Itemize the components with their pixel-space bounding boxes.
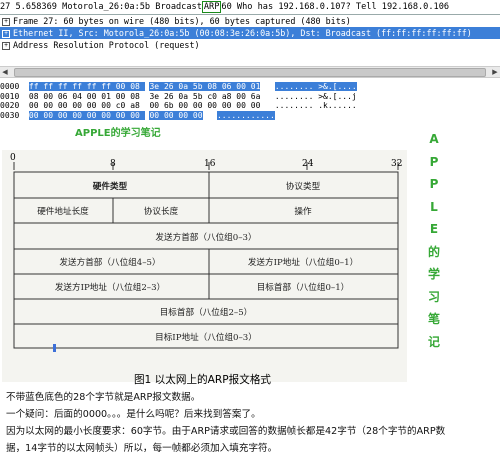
hex-bytes[interactable]: 00 00 00 00 00 00 00 00 00 00 00 00 <box>28 110 203 120</box>
packet-protocol: ARP <box>201 1 222 13</box>
bit-mark-8: 8 <box>110 159 116 169</box>
hex-ascii: ........ >&.[...j <box>274 91 357 101</box>
cell-sender-ip-0-1: 发送方IP地址（八位组0–1） <box>248 256 358 268</box>
hex-offset: 0020 <box>0 101 29 110</box>
hex-offset: 0030 <box>0 110 29 120</box>
hex-offset: 0010 <box>0 91 29 101</box>
bit-mark-24: 24 <box>302 159 314 169</box>
cell-operation: 操作 <box>294 205 312 217</box>
vertical-char: 笔 <box>427 312 440 326</box>
cell-sender-ip-2-3: 发送方IP地址（八位组2–3） <box>55 281 165 293</box>
figure-caption: 图1 以太网上的ARP报文格式 <box>133 374 272 386</box>
hex-row: 0030 00 00 00 00 00 00 00 00 00 00 00 00… <box>0 110 500 121</box>
tree-item-frame[interactable]: + Frame 27: 60 bytes on wire (480 bits), … <box>0 15 500 27</box>
hex-row: 0000 ff ff ff ff ff ff 00 08 3e 26 0a 5b… <box>0 82 500 92</box>
hex-bytes[interactable]: 00 00 00 00 00 00 c0 a8 00 6b 00 00 00 0… <box>29 101 261 110</box>
arp-format-diagram: 0 8 16 24 32 硬件类型 协议类型 硬件地址长度 协议长度 操作 发送… <box>2 150 407 382</box>
cell-protocol-len: 协议长度 <box>144 205 179 217</box>
scroll-left-icon[interactable]: ◀ <box>0 67 10 77</box>
vertical-note-text: APPLE的学习笔记 <box>424 128 444 353</box>
hex-offset: 0000 <box>0 82 29 91</box>
hex-bytes[interactable]: ff ff ff ff ff ff 00 08 3e 26 0a 5b 08 0… <box>28 82 261 91</box>
tree-item-label: Address Resolution Protocol (request) <box>13 40 200 50</box>
cursor-marker <box>53 344 56 352</box>
cell-hardware-type: 硬件类型 <box>93 180 128 192</box>
packet-list-row[interactable]: 27 5.658369 Motorola_26:0a:5b Broadcast A… <box>0 0 500 14</box>
paragraph-line: 因为以太网的最小长度要求：60字节。由于ARP请求或回答的数据帧长都是42字节（… <box>6 426 446 437</box>
hex-row: 0010 08 00 06 04 00 01 00 08 3e 26 0a 5b… <box>0 92 500 102</box>
expand-icon[interactable]: + <box>2 17 10 26</box>
packet-number: 27 <box>0 2 11 12</box>
bit-mark-0: 0 <box>10 153 16 163</box>
arp-format-table: 0 8 16 24 32 硬件类型 协议类型 硬件地址长度 协议长度 操作 发送… <box>10 153 402 352</box>
paragraph-line: 一个疑问：后面的0000。。。是什么吗呢？后来找到答案了。 <box>6 409 261 420</box>
vertical-char: A <box>429 132 439 146</box>
packet-destination: Broadcast <box>155 2 202 12</box>
vertical-char: P <box>429 177 439 191</box>
cell-target-header-2-5: 目标首部（八位组2–5） <box>160 306 253 318</box>
expand-icon[interactable]: + <box>2 29 10 38</box>
vertical-char: L <box>430 199 438 214</box>
hex-bytes[interactable]: 08 00 06 04 00 01 00 08 3e 26 0a 5b c0 a… <box>29 92 261 101</box>
hex-dump: 0000 ff ff ff ff ff ff 00 08 3e 26 0a 5b… <box>0 82 500 120</box>
expand-icon[interactable]: + <box>2 41 10 50</box>
cell-target-header-0-1: 目标首部（八位组0–1） <box>257 281 350 293</box>
vertical-char: 的 <box>427 244 440 259</box>
horizontal-scrollbar[interactable]: ◀ ▶ <box>0 66 500 78</box>
vertical-char: E <box>429 222 439 236</box>
hex-ascii: ........ .k...... <box>274 101 357 110</box>
paragraph-line: 据，14字节的以太网帧头）所以，每一帧都必须加入填充字符。 <box>6 443 278 454</box>
cell-sender-header-0-3: 发送方首部（八位组0–3） <box>155 231 256 243</box>
vertical-char: 学 <box>427 267 440 281</box>
packet-source: Motorola_26:0a:5b <box>62 2 151 12</box>
tree-item-label: Ethernet II, Src: Motorola_26:0a:5b (00:… <box>13 28 472 38</box>
cell-protocol-type: 协议类型 <box>286 180 321 192</box>
vertical-char: 记 <box>427 334 440 349</box>
packet-detail-tree: + Frame 27: 60 bytes on wire (480 bits), … <box>0 14 500 55</box>
cell-sender-header-4-5: 发送方首部（八位组4–5） <box>59 256 160 268</box>
hex-row: 0020 00 00 00 00 00 00 c0 a8 00 6b 00 00… <box>0 101 500 111</box>
bit-mark-16: 16 <box>204 159 216 169</box>
packet-info: 60 Who has 192.168.0.107? Tell 192.168.0… <box>221 2 450 12</box>
tree-item-label: Frame 27: 60 bytes on wire (480 bits), 6… <box>13 16 351 26</box>
cell-target-ip-0-3: 目标IP地址（八位组0–3） <box>155 331 257 343</box>
hex-ascii: ............ <box>216 110 275 120</box>
hex-ascii: ........ >&.[.... <box>274 82 357 91</box>
tree-item-arp[interactable]: + Address Resolution Protocol (request) <box>0 39 500 51</box>
vertical-char: P <box>429 154 439 169</box>
paragraph-line: 不带蓝色底色的28个字节就是ARP报文数据。 <box>6 392 201 403</box>
vertical-char: 习 <box>427 289 440 304</box>
scroll-right-icon[interactable]: ▶ <box>490 67 500 77</box>
scrollbar-thumb[interactable] <box>14 68 486 77</box>
tree-item-ethernet[interactable]: + Ethernet II, Src: Motorola_26:0a:5b (00… <box>0 27 500 39</box>
bit-mark-32: 32 <box>391 159 402 169</box>
packet-time: 5.658369 <box>15 2 57 12</box>
note-title: APPLE的学习笔记 <box>75 128 161 139</box>
cell-hardware-addr-len: 硬件地址长度 <box>37 205 89 217</box>
